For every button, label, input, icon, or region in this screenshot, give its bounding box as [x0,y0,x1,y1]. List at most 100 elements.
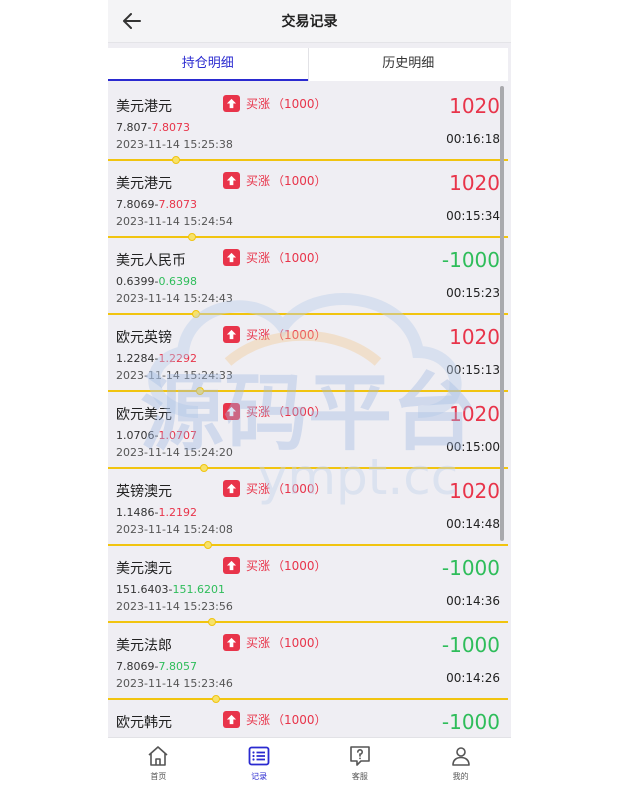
trade-amount: （1000） [272,482,327,496]
trade-list[interactable]: 美元港元 买涨 （1000） 1020 7.807-7.8073 2023-11-14 1… [108,84,508,738]
price-range: 1.1486-1.2192 [116,506,197,519]
trade-row[interactable]: 美元澳元 买涨 （1000） -1000 151.6403-151.6201 2023-1… [108,546,508,626]
trade-row[interactable]: 欧元韩元 买涨 （1000） -1000 [108,700,508,738]
trade-row[interactable]: 英镑澳元 买涨 （1000） 1020 1.1486-1.2192 2023-11-14 … [108,469,508,549]
nav-service-label: 客服 [351,772,368,781]
list-icon [248,746,270,766]
open-price: 7.8069 [116,660,155,673]
nav-profile-label: 我的 [452,772,469,781]
profit-loss: 1020 [449,325,500,349]
countdown-timer: 00:16:18 [446,132,500,146]
direction-label: 买涨 [246,482,271,496]
currency-pair: 欧元美元 [116,407,172,423]
app-screen: 交易记录 持仓明细 历史明细 美元港元 买涨 （1000） 1020 7.807-7.8… [108,0,511,788]
close-price: 7.8073 [158,198,197,211]
price-range: 0.6399-0.6398 [116,275,197,288]
tab-positions[interactable]: 持仓明细 [108,48,308,81]
trade-amount: （1000） [272,559,327,573]
countdown-timer: 00:15:00 [446,440,500,454]
trade-amount: （1000） [272,251,327,265]
direction-badge: 买涨 （1000） [223,95,327,112]
price-range: 1.0706-1.0707 [116,429,197,442]
trade-datetime: 2023-11-14 15:24:43 [116,292,233,305]
trade-row[interactable]: 欧元英镑 买涨 （1000） 1020 1.2284-1.2292 2023-11-14 … [108,315,508,395]
close-price: 1.2192 [158,506,197,519]
trade-datetime: 2023-11-14 15:25:38 [116,138,233,151]
page-title: 交易记录 [281,14,338,30]
open-price: 0.6399 [116,275,155,288]
nav-home[interactable]: 首页 [108,738,209,788]
bottom-navigation: 首页 记录 客服 我的 [108,737,511,788]
profit-loss: 1020 [449,479,500,503]
price-range: 7.807-7.8073 [116,121,190,134]
close-price: 7.8057 [158,660,197,673]
trade-row[interactable]: 美元港元 买涨 （1000） 1020 7.807-7.8073 2023-11-14 1… [108,84,508,164]
close-price: 0.6398 [158,275,197,288]
close-price: 1.2292 [158,352,197,365]
open-price: 7.8069 [116,198,155,211]
profit-loss: 1020 [449,171,500,195]
direction-badge: 买涨 （1000） [223,249,327,266]
tab-bar: 持仓明细 历史明细 [108,48,508,81]
close-price: 7.8073 [151,121,190,134]
direction-label: 买涨 [246,174,271,188]
currency-pair: 欧元韩元 [116,715,172,731]
user-icon [451,747,470,766]
nav-service[interactable]: 客服 [310,738,411,788]
trade-row[interactable]: 欧元美元 买涨 （1000） 1020 1.0706-1.0707 2023-11-14 … [108,392,508,472]
trade-row[interactable]: 美元港元 买涨 （1000） 1020 7.8069-7.8073 2023-11-14 … [108,161,508,241]
nav-home-label: 首页 [150,772,167,781]
arrow-up-icon [223,480,240,497]
arrow-up-icon [223,634,240,651]
trade-row[interactable]: 美元法郎 买涨 （1000） -1000 7.8069-7.8057 2023-11-14… [108,623,508,703]
price-range: 7.8069-7.8057 [116,660,197,673]
arrow-up-icon [223,711,240,728]
nav-records[interactable]: 记录 [209,738,310,788]
currency-pair: 美元港元 [116,176,172,192]
open-price: 1.2284 [116,352,155,365]
currency-pair: 欧元英镑 [116,330,172,346]
nav-records-label: 记录 [251,772,268,781]
header: 交易记录 [108,0,511,43]
currency-pair: 美元人民币 [116,253,186,269]
currency-pair: 美元港元 [116,99,172,115]
trade-datetime: 2023-11-14 15:23:56 [116,600,233,613]
nav-profile[interactable]: 我的 [410,738,511,788]
direction-label: 买涨 [246,251,271,265]
trade-amount: （1000） [272,174,327,188]
profit-loss: -1000 [441,248,500,272]
direction-label: 买涨 [246,97,271,111]
trade-row[interactable]: 美元人民币 买涨 （1000） -1000 0.6399-0.6398 2023-11-1… [108,238,508,318]
price-range: 151.6403-151.6201 [116,583,225,596]
close-price: 151.6201 [172,583,225,596]
trade-datetime: 2023-11-14 15:24:08 [116,523,233,536]
countdown-timer: 00:15:13 [446,363,500,377]
profit-loss: -1000 [441,556,500,580]
arrow-up-icon [223,326,240,343]
open-price: 1.1486 [116,506,155,519]
scrollbar[interactable] [500,86,504,541]
direction-badge: 买涨 （1000） [223,172,327,189]
trade-amount: （1000） [272,97,327,111]
trade-amount: （1000） [272,636,327,650]
trade-amount: （1000） [272,328,327,342]
arrow-up-icon [223,557,240,574]
trade-datetime: 2023-11-14 15:23:46 [116,677,233,690]
trade-datetime: 2023-11-14 15:24:54 [116,215,233,228]
direction-label: 买涨 [246,559,271,573]
arrow-up-icon [223,403,240,420]
close-price: 1.0707 [158,429,197,442]
direction-badge: 买涨 （1000） [223,557,327,574]
help-icon [350,746,370,766]
direction-badge: 买涨 （1000） [223,634,327,651]
direction-label: 买涨 [246,405,271,419]
profit-loss: -1000 [441,710,500,734]
direction-label: 买涨 [246,636,271,650]
arrow-up-icon [223,249,240,266]
trade-amount: （1000） [272,405,327,419]
currency-pair: 美元法郎 [116,638,172,654]
profit-loss: 1020 [449,94,500,118]
profit-loss: 1020 [449,402,500,426]
tab-history[interactable]: 历史明细 [307,48,509,81]
direction-badge: 买涨 （1000） [223,711,327,728]
